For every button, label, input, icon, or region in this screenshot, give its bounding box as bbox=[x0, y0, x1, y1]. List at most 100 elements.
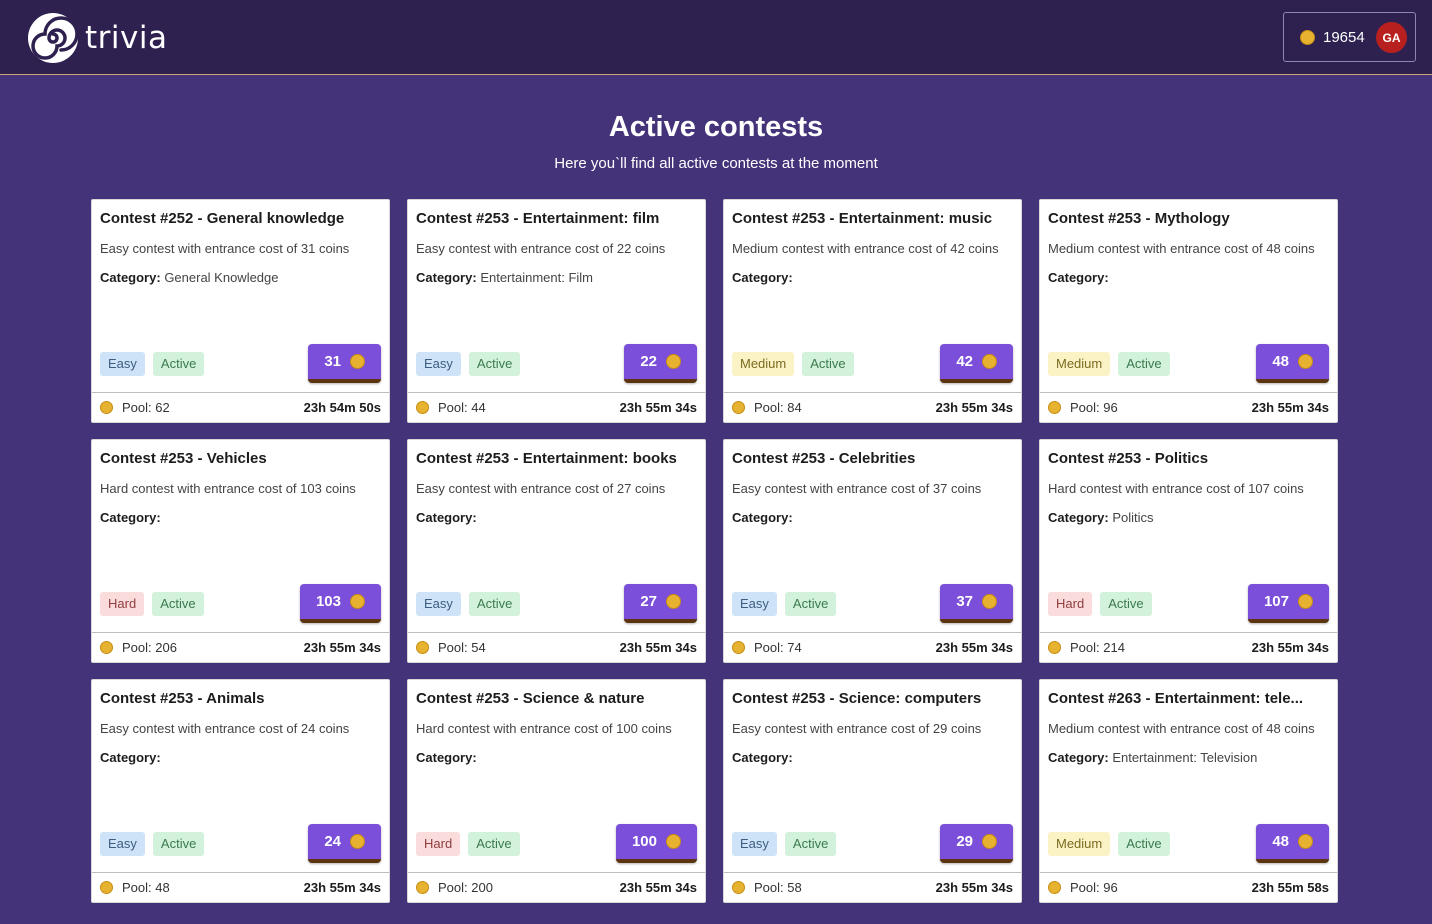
pool-value: 214 bbox=[1103, 640, 1125, 655]
contest-description: Easy contest with entrance cost of 27 co… bbox=[416, 481, 666, 496]
contest-category: Category: Politics bbox=[1048, 507, 1327, 528]
contest-title: Contest #253 - Celebrities bbox=[732, 450, 916, 467]
status-badge: Active bbox=[468, 352, 521, 376]
contest-card[interactable]: Contest #253 - Politics Hard contest wit… bbox=[1039, 439, 1338, 663]
spiral-logo-icon bbox=[28, 13, 79, 63]
contest-description: Medium contest with entrance cost of 48 … bbox=[1048, 241, 1315, 256]
time-remaining: 23h 55m 34s bbox=[935, 400, 1013, 415]
coin-icon bbox=[732, 401, 745, 414]
join-contest-button[interactable]: 29 bbox=[940, 824, 1013, 863]
category-label: Category: bbox=[1048, 270, 1109, 285]
contest-card[interactable]: Contest #253 - Science: computers Easy c… bbox=[723, 679, 1022, 903]
contest-card[interactable]: Contest #252 - General knowledge Easy co… bbox=[91, 199, 390, 423]
prize-pool: Pool: 54 bbox=[438, 640, 486, 655]
join-contest-button[interactable]: 22 bbox=[624, 344, 697, 383]
contest-card[interactable]: Contest #253 - Mythology Medium contest … bbox=[1039, 199, 1338, 423]
join-contest-button[interactable]: 100 bbox=[615, 824, 697, 863]
join-contest-button[interactable]: 48 bbox=[1256, 344, 1329, 383]
coin-icon bbox=[350, 354, 365, 369]
contest-category: Category: bbox=[1048, 267, 1327, 288]
join-contest-button[interactable]: 107 bbox=[1247, 584, 1329, 623]
coin-icon bbox=[982, 834, 997, 849]
pool-label: Pool: bbox=[122, 400, 156, 415]
pool-value: 206 bbox=[155, 640, 177, 655]
prize-pool: Pool: 96 bbox=[1070, 400, 1118, 415]
contest-title: Contest #253 - Animals bbox=[100, 690, 265, 707]
coin-icon bbox=[416, 401, 429, 414]
prize-pool: Pool: 74 bbox=[754, 640, 802, 655]
difficulty-badge: Hard bbox=[100, 592, 145, 616]
pool-value: 96 bbox=[1103, 400, 1118, 415]
status-badge: Active bbox=[784, 592, 837, 616]
entry-cost: 48 bbox=[1272, 353, 1289, 370]
contest-category: Category: bbox=[100, 747, 379, 768]
contest-description: Easy contest with entrance cost of 29 co… bbox=[732, 721, 982, 736]
status-badge: Active bbox=[468, 592, 521, 616]
card-footer: Pool: 48 23h 55m 34s bbox=[92, 872, 389, 902]
join-contest-button[interactable]: 42 bbox=[940, 344, 1013, 383]
pool-label: Pool: bbox=[754, 400, 788, 415]
coin-icon bbox=[982, 594, 997, 609]
contest-card[interactable]: Contest #253 - Science & nature Hard con… bbox=[407, 679, 706, 903]
pool-value: 44 bbox=[471, 400, 486, 415]
join-contest-button[interactable]: 103 bbox=[299, 584, 381, 623]
prize-pool: Pool: 44 bbox=[438, 400, 486, 415]
time-remaining: 23h 55m 34s bbox=[619, 400, 697, 415]
pool-label: Pool: bbox=[754, 640, 788, 655]
coin-icon bbox=[1298, 354, 1313, 369]
contest-category-value: Entertainment: Film bbox=[480, 270, 594, 285]
contest-category: Category: bbox=[416, 747, 695, 768]
difficulty-badge: Medium bbox=[1048, 832, 1111, 856]
contest-description: Hard contest with entrance cost of 103 c… bbox=[100, 481, 356, 496]
avatar[interactable]: GA bbox=[1376, 22, 1407, 53]
pool-value: 200 bbox=[471, 880, 493, 895]
coin-icon bbox=[100, 401, 113, 414]
pool-value: 58 bbox=[787, 880, 802, 895]
difficulty-badge: Hard bbox=[416, 832, 461, 856]
contest-card[interactable]: Contest #253 - Entertainment: film Easy … bbox=[407, 199, 706, 423]
coin-icon bbox=[982, 354, 997, 369]
join-contest-button[interactable]: 24 bbox=[308, 824, 381, 863]
category-label: Category: bbox=[732, 750, 793, 765]
card-footer: Pool: 200 23h 55m 34s bbox=[408, 872, 705, 902]
join-contest-button[interactable]: 27 bbox=[624, 584, 697, 623]
time-remaining: 23h 55m 58s bbox=[1251, 880, 1329, 895]
card-footer: Pool: 62 23h 54m 50s bbox=[92, 392, 389, 422]
category-label: Category: bbox=[416, 510, 477, 525]
contest-card[interactable]: Contest #263 - Entertainment: tele... Me… bbox=[1039, 679, 1338, 903]
contest-card[interactable]: Contest #253 - Entertainment: books Easy… bbox=[407, 439, 706, 663]
entry-cost: 42 bbox=[956, 353, 973, 370]
join-contest-button[interactable]: 48 bbox=[1256, 824, 1329, 863]
contest-grid: Contest #252 - General knowledge Easy co… bbox=[91, 199, 1338, 903]
coin-icon bbox=[732, 881, 745, 894]
join-contest-button[interactable]: 31 bbox=[308, 344, 381, 383]
entry-cost: 24 bbox=[324, 833, 341, 850]
contest-card[interactable]: Contest #253 - Vehicles Hard contest wit… bbox=[91, 439, 390, 663]
status-badge: Active bbox=[152, 592, 204, 616]
category-label: Category: bbox=[1048, 510, 1109, 525]
user-wallet[interactable]: 19654 GA bbox=[1283, 12, 1416, 62]
contest-card[interactable]: Contest #253 - Entertainment: music Medi… bbox=[723, 199, 1022, 423]
coin-icon bbox=[666, 834, 681, 849]
join-contest-button[interactable]: 37 bbox=[940, 584, 1013, 623]
card-footer: Pool: 44 23h 55m 34s bbox=[408, 392, 705, 422]
contest-card[interactable]: Contest #253 - Animals Easy contest with… bbox=[91, 679, 390, 903]
status-badge: Active bbox=[1118, 352, 1170, 376]
logo[interactable]: trivia bbox=[27, 12, 167, 64]
status-badge: Active bbox=[468, 832, 520, 856]
time-remaining: 23h 54m 50s bbox=[303, 400, 381, 415]
contest-title: Contest #253 - Entertainment: books bbox=[416, 450, 677, 467]
time-remaining: 23h 55m 34s bbox=[619, 880, 697, 895]
card-footer: Pool: 96 23h 55m 34s bbox=[1040, 392, 1337, 422]
difficulty-badge: Medium bbox=[1048, 352, 1111, 376]
contest-description: Easy contest with entrance cost of 22 co… bbox=[416, 241, 666, 256]
entry-cost: 27 bbox=[640, 593, 657, 610]
prize-pool: Pool: 62 bbox=[122, 400, 170, 415]
status-badge: Active bbox=[152, 832, 205, 856]
difficulty-badge: Medium bbox=[732, 352, 795, 376]
category-label: Category: bbox=[732, 510, 793, 525]
prize-pool: Pool: 48 bbox=[122, 880, 170, 895]
time-remaining: 23h 55m 34s bbox=[1251, 400, 1329, 415]
contest-card[interactable]: Contest #253 - Celebrities Easy contest … bbox=[723, 439, 1022, 663]
pool-label: Pool: bbox=[754, 880, 788, 895]
